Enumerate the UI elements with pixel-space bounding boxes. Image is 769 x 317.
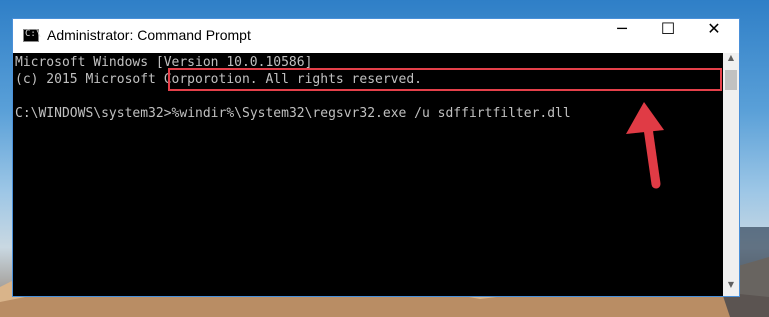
minimize-button[interactable]: ─: [599, 19, 645, 53]
scroll-up-arrow-icon[interactable]: ▲: [723, 53, 739, 69]
command-highlight-box: [168, 68, 722, 91]
command-line[interactable]: C:\WINDOWS\system32>%windir%\System32\re…: [15, 105, 571, 122]
prompt-text: C:\WINDOWS\system32>: [15, 106, 172, 121]
command-text[interactable]: %windir%\System32\regsvr32.exe /u sdffir…: [172, 106, 571, 121]
scroll-down-arrow-icon[interactable]: ▼: [723, 280, 739, 296]
scroll-thumb[interactable]: [725, 70, 737, 90]
title-bar[interactable]: C:\ Administrator: Command Prompt ─ ☐ ✕: [13, 19, 739, 53]
red-arrow-icon: [626, 102, 664, 189]
maximize-button[interactable]: ☐: [645, 19, 691, 53]
close-button[interactable]: ✕: [691, 19, 737, 53]
vertical-scrollbar[interactable]: ▲ ▼: [723, 53, 739, 296]
cmd-icon: C:\: [23, 29, 41, 42]
window-title: Administrator: Command Prompt: [47, 27, 251, 43]
